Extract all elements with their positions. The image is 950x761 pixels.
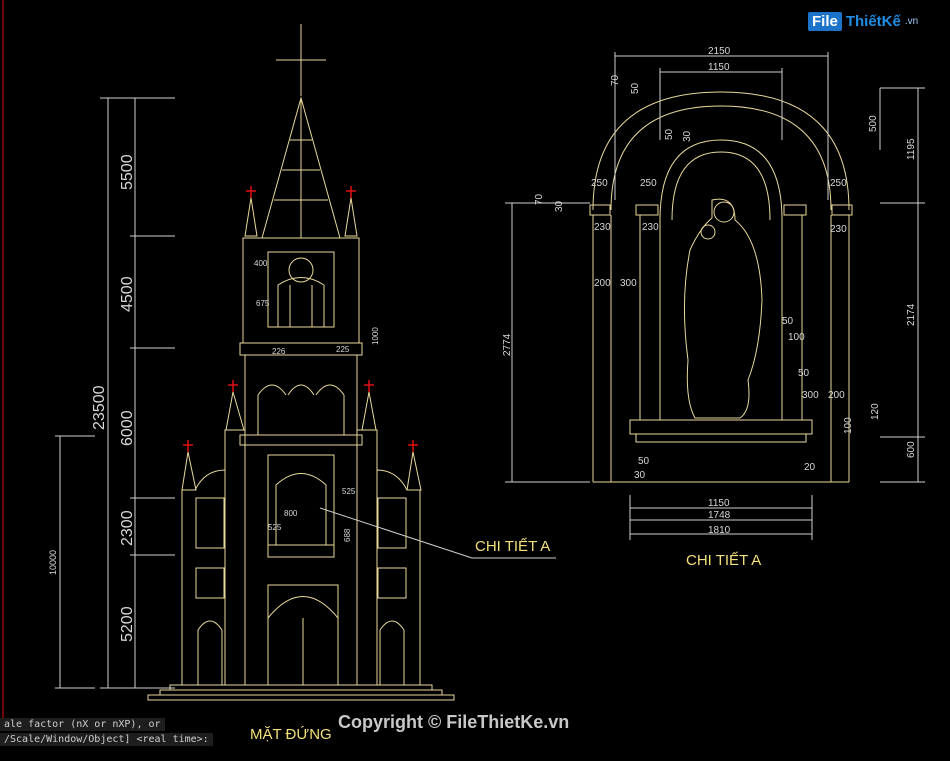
dim-seg-1: 5500 (119, 154, 136, 190)
dim-s-12: 300 (802, 390, 819, 401)
dim-bottom-2: 1748 (708, 510, 731, 521)
dim-small-4: 225 (336, 345, 350, 354)
dim-seg-3: 6000 (119, 410, 136, 446)
dim-s-18: 20 (804, 462, 816, 473)
dim-l-5: 70 (534, 193, 545, 205)
dim-small-8: 800 (284, 509, 298, 518)
dim-s-2: 250 (640, 178, 657, 189)
dim-s-14: 100 (843, 417, 854, 434)
dim-seg-2: 4500 (119, 276, 136, 312)
callout-label: CHI TIẾT A (475, 538, 551, 555)
dim-r-4: 600 (906, 441, 917, 458)
dim-r-2: 1195 (906, 138, 917, 160)
dim-l-1: 70 (610, 74, 621, 86)
dim-top-2: 1150 (708, 62, 730, 73)
detail-dimension-labels: 2150 1150 1150 1748 1810 70 50 50 30 70 … (502, 46, 917, 536)
dim-small-5: 1000 (371, 327, 380, 345)
elevation-title: MẶT ĐỨNG (250, 726, 332, 743)
filethietke-logo[interactable]: File ThiếtKế .vn (808, 12, 918, 31)
dim-s-13: 200 (828, 390, 845, 401)
dim-l-7: 2774 (502, 333, 513, 356)
dim-s-1: 250 (591, 178, 608, 189)
dim-top-1: 2150 (708, 46, 731, 57)
dim-seg-5: 5200 (119, 606, 136, 642)
dim-left: 10000 (48, 550, 58, 575)
dim-s-4: 230 (594, 222, 611, 233)
dim-seg-4: 2300 (119, 510, 136, 546)
detail-dimensions (505, 52, 925, 540)
logo-brand-box: File (808, 12, 842, 31)
dim-s-17: 30 (634, 470, 646, 481)
cad-canvas[interactable]: 23500 5500 4500 6000 2300 5200 10000 400… (0, 0, 950, 761)
dim-bottom-1: 1150 (708, 498, 730, 509)
dim-s-8: 300 (620, 278, 637, 289)
dim-small-2: 675 (256, 299, 270, 308)
dim-s-11: 50 (798, 368, 810, 379)
dim-small-3: 226 (272, 347, 286, 356)
dim-small-1: 400 (254, 259, 268, 268)
church-elevation (147, 24, 455, 701)
logo-name: ThiếtKế (845, 13, 901, 30)
elevation-dimension-labels: 23500 5500 4500 6000 2300 5200 10000 400… (48, 154, 380, 642)
command-line-history-1: ale factor (nX or nXP), or (0, 718, 165, 731)
dim-s-7: 200 (594, 278, 611, 289)
dim-s-9: 50 (782, 316, 794, 327)
dim-r-1: 500 (868, 115, 879, 132)
detail-title: CHI TIẾT A (686, 552, 762, 569)
dim-small-7: 525 (268, 523, 282, 532)
dim-s-15: 120 (870, 403, 881, 420)
dim-r-3: 2174 (906, 303, 917, 326)
dim-small-9: 688 (343, 528, 352, 542)
dim-s-5: 230 (642, 222, 659, 233)
dim-l-4: 30 (682, 130, 693, 142)
copyright-watermark: Copyright © FileThietKe.vn (338, 712, 570, 732)
logo-tld: .vn (904, 16, 919, 27)
command-line-prompt[interactable]: /Scale/Window/Object] <real time>: (0, 733, 213, 746)
dim-s-3: 250 (830, 178, 847, 189)
dim-l-3: 50 (664, 128, 675, 140)
dim-bottom-3: 1810 (708, 525, 731, 536)
dim-l-6: 30 (554, 200, 565, 212)
dim-total: 23500 (91, 385, 108, 430)
dim-small-6: 525 (342, 487, 356, 496)
dim-s-16: 50 (638, 456, 650, 467)
drawing: 23500 5500 4500 6000 2300 5200 10000 400… (2, 0, 925, 720)
dim-s-10: 100 (788, 332, 805, 343)
dim-s-6: 230 (830, 224, 847, 235)
dim-l-2: 50 (630, 82, 641, 94)
